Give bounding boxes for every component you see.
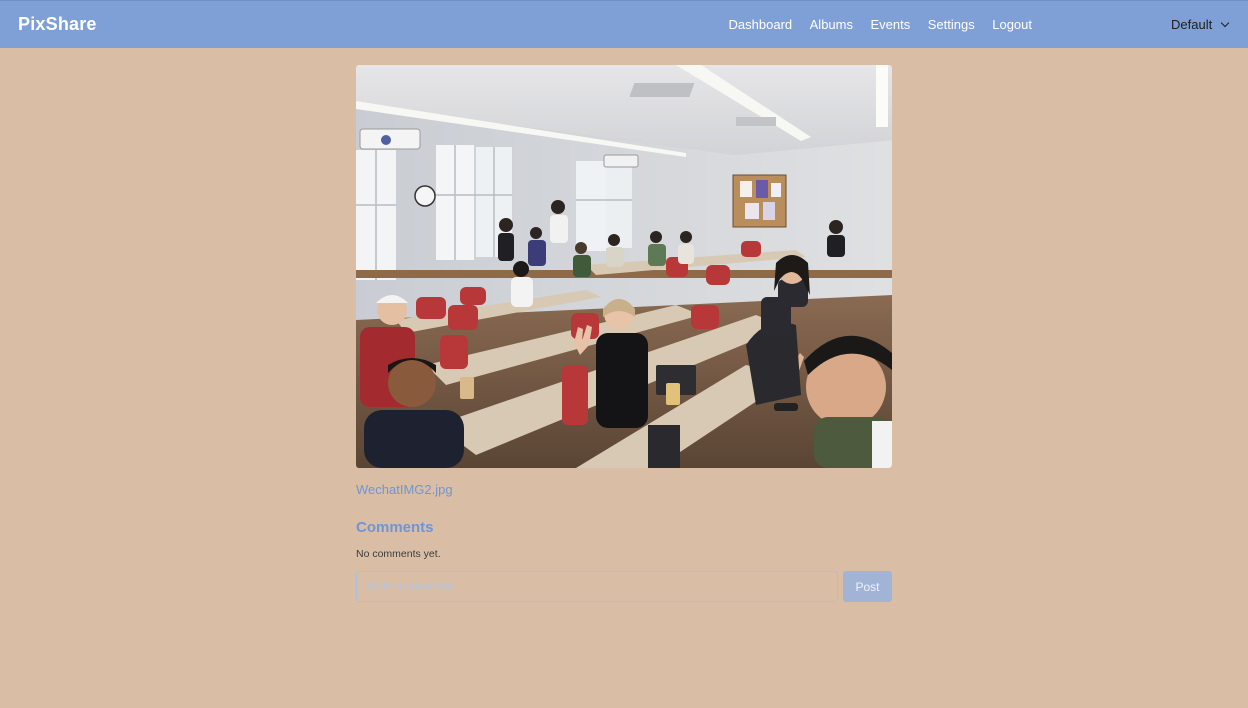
nav-dashboard[interactable]: Dashboard xyxy=(729,17,793,32)
photo-filename-link[interactable]: WechatIMG2.jpg xyxy=(356,482,453,497)
profile-dropdown[interactable]: Default xyxy=(1171,17,1230,32)
chevron-down-icon xyxy=(1220,18,1230,27)
comments-heading: Comments xyxy=(356,519,434,536)
comment-input[interactable] xyxy=(356,571,838,602)
classroom-photo xyxy=(356,65,892,468)
nav-settings[interactable]: Settings xyxy=(928,17,975,32)
no-comments-text: No comments yet. xyxy=(356,548,441,560)
nav-events[interactable]: Events xyxy=(871,17,911,32)
top-navbar: PixShare Dashboard Albums Events Setting… xyxy=(0,0,1248,48)
nav-logout[interactable]: Logout xyxy=(992,17,1032,32)
main-nav: Dashboard Albums Events Settings Logout xyxy=(729,17,1032,32)
profile-dropdown-value: Default xyxy=(1171,17,1213,32)
photo-view[interactable] xyxy=(356,65,892,468)
brand-logo[interactable]: PixShare xyxy=(18,14,97,35)
post-comment-button[interactable]: Post xyxy=(843,571,892,602)
nav-albums[interactable]: Albums xyxy=(810,17,853,32)
